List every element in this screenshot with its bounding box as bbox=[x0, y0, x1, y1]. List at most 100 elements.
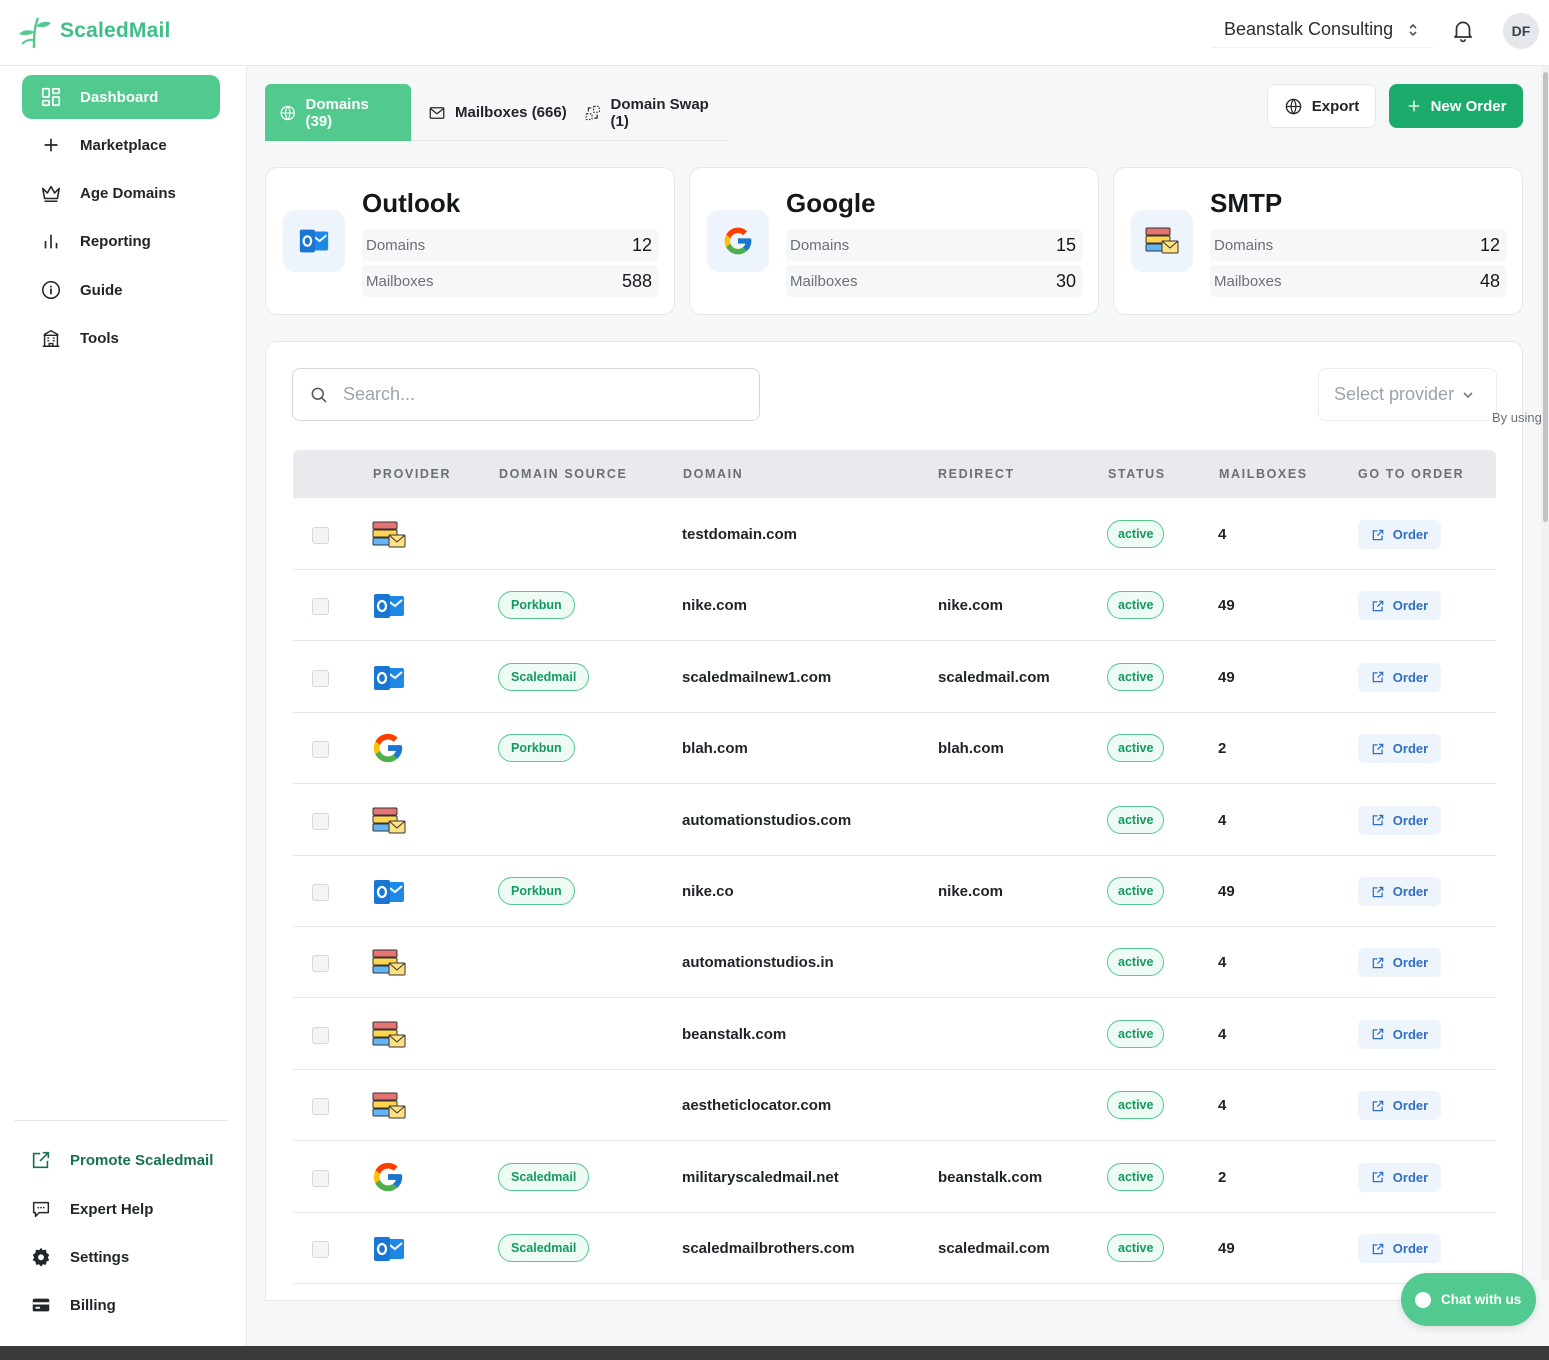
tab-label: Domains (39) bbox=[305, 95, 369, 130]
go-to-order-button[interactable]: Order bbox=[1358, 662, 1441, 692]
row-checkbox[interactable] bbox=[312, 1098, 329, 1116]
order-label: Order bbox=[1392, 598, 1429, 614]
order-label: Order bbox=[1392, 741, 1429, 757]
domain-source-badge: Scaledmail bbox=[498, 1234, 590, 1262]
column-header: DOMAIN bbox=[683, 467, 744, 481]
sidebar-item-billing[interactable]: Billing bbox=[30, 1290, 116, 1320]
row-checkbox[interactable] bbox=[312, 1241, 329, 1258]
external-link-icon bbox=[1372, 886, 1384, 897]
go-to-order-button[interactable]: Order bbox=[1358, 591, 1441, 621]
go-to-order-button[interactable]: Order bbox=[1358, 805, 1441, 835]
domain-source-badge: Scaledmail bbox=[498, 1162, 590, 1191]
credit-card-icon bbox=[32, 1298, 50, 1312]
row-checkbox[interactable] bbox=[312, 955, 329, 973]
table-row: beanstalk.com active 4 Order bbox=[293, 999, 1496, 1070]
provider-filter-select[interactable]: Select provider bbox=[1318, 368, 1497, 421]
brand-logo[interactable]: ScaledMail bbox=[16, 12, 171, 50]
tab-mailboxes[interactable]: Mailboxes (666) bbox=[428, 84, 567, 141]
row-checkbox[interactable] bbox=[312, 669, 329, 687]
tab-domains[interactable]: Domains (39) bbox=[265, 84, 411, 141]
sidebar-item-promote[interactable]: Promote Scaledmail bbox=[30, 1145, 213, 1175]
mailbox-count: 4 bbox=[1218, 1025, 1227, 1043]
search-input[interactable]: Search... bbox=[292, 368, 760, 421]
row-checkbox[interactable] bbox=[312, 884, 329, 901]
row-checkbox[interactable] bbox=[312, 1169, 329, 1187]
column-header: REDIRECT bbox=[938, 467, 1015, 481]
row-checkbox[interactable] bbox=[312, 812, 329, 830]
export-button[interactable]: Export bbox=[1267, 84, 1376, 128]
row-checkbox[interactable] bbox=[312, 527, 329, 544]
sidebar-item-marketplace[interactable]: Marketplace bbox=[22, 123, 220, 167]
sidebar-item-label: Dashboard bbox=[80, 88, 159, 106]
column-header: PROVIDER bbox=[373, 467, 452, 481]
external-link-icon bbox=[1372, 743, 1384, 754]
stat-label: Mailboxes bbox=[366, 272, 434, 290]
row-checkbox[interactable] bbox=[312, 598, 329, 616]
side-note: By using bbox=[1492, 410, 1542, 425]
sidebar-item-reporting[interactable]: Reporting bbox=[22, 219, 220, 263]
organization-select[interactable]: Beanstalk Consulting bbox=[1212, 12, 1434, 48]
sidebar-item-label: Guide bbox=[80, 281, 123, 299]
sidebar-item-tools[interactable]: Tools bbox=[22, 316, 220, 360]
sidebar-item-age-domains[interactable]: Age Domains bbox=[22, 171, 220, 215]
order-label: Order bbox=[1392, 1026, 1429, 1042]
sidebar-item-label: Expert Help bbox=[70, 1200, 154, 1218]
info-icon bbox=[41, 280, 61, 300]
tab-domain-swap[interactable]: Domain Swap (1) bbox=[584, 84, 728, 141]
order-label: Order bbox=[1392, 1241, 1429, 1256]
mailbox-count: 49 bbox=[1218, 1240, 1235, 1257]
table-row: aestheticlocator.com active 4 Order bbox=[293, 1070, 1496, 1142]
go-to-order-button[interactable]: Order bbox=[1358, 1162, 1441, 1192]
go-to-order-button[interactable]: Order bbox=[1358, 1234, 1441, 1263]
chat-label: Chat with us bbox=[1441, 1292, 1522, 1307]
sidebar-item-guide[interactable]: Guide bbox=[22, 268, 220, 312]
status-badge: active bbox=[1107, 877, 1165, 905]
provider-card-smtp: SMTP Domains 12 Mailboxes 48 bbox=[1113, 167, 1523, 315]
go-to-order-button[interactable]: Order bbox=[1358, 1019, 1441, 1049]
notification-bell-icon[interactable] bbox=[1450, 17, 1476, 43]
domain-name: nike.com bbox=[682, 597, 748, 615]
tab-label: Mailboxes (666) bbox=[455, 104, 567, 121]
smtp-server-icon bbox=[371, 517, 407, 553]
domain-source-badge: Scaledmail bbox=[498, 662, 590, 691]
stat-label: Domains bbox=[1214, 236, 1274, 254]
sidebar-item-expert-help[interactable]: Expert Help bbox=[30, 1194, 153, 1224]
go-to-order-button[interactable]: Order bbox=[1358, 734, 1441, 764]
domains-stat: Domains 12 bbox=[1210, 229, 1506, 261]
domain-source-badge: Porkbun bbox=[498, 877, 575, 905]
column-header: DOMAIN SOURCE bbox=[499, 467, 628, 481]
domain-name: nike.co bbox=[682, 883, 734, 900]
sidebar-item-label: Settings bbox=[70, 1248, 130, 1266]
row-checkbox[interactable] bbox=[312, 741, 329, 759]
sidebar-item-dashboard[interactable]: Dashboard bbox=[22, 75, 220, 119]
external-link-icon bbox=[1372, 529, 1384, 540]
domains-stat: Domains 15 bbox=[786, 229, 1082, 261]
domain-source-badge: Porkbun bbox=[498, 591, 575, 620]
go-to-order-button[interactable]: Order bbox=[1358, 948, 1441, 978]
domain-name: scaledmailbrothers.com bbox=[682, 1240, 855, 1257]
view-tabs: Domains (39) Mailboxes (666) Domain Swap… bbox=[265, 84, 728, 141]
mailboxes-stat: Mailboxes 588 bbox=[362, 265, 658, 297]
status-badge: active bbox=[1107, 1091, 1165, 1120]
redirect-domain: scaledmail.com bbox=[938, 1240, 1050, 1257]
outlook-icon bbox=[371, 660, 407, 696]
sidebar-item-settings[interactable]: Settings bbox=[30, 1242, 129, 1272]
go-to-order-button[interactable]: Order bbox=[1358, 877, 1441, 906]
scrollbar-thumb[interactable] bbox=[1543, 72, 1548, 522]
order-label: Order bbox=[1392, 1169, 1429, 1185]
provider-card-title: Google bbox=[786, 188, 876, 218]
go-to-order-button[interactable]: Order bbox=[1358, 520, 1441, 549]
user-avatar[interactable]: DF bbox=[1503, 13, 1539, 49]
external-link-icon bbox=[1372, 814, 1384, 826]
order-label: Order bbox=[1392, 812, 1429, 828]
sidebar-item-label: Marketplace bbox=[80, 136, 167, 154]
mailboxes-stat: Mailboxes 30 bbox=[786, 265, 1082, 297]
row-checkbox[interactable] bbox=[312, 1026, 329, 1044]
chat-widget-button[interactable]: Chat with us bbox=[1401, 1273, 1536, 1326]
table-row: Porkbun blah.com blah.com active 2 Order bbox=[293, 713, 1496, 785]
sidebar: Dashboard Marketplace Age Domains Report… bbox=[0, 66, 247, 1360]
domain-name: aestheticlocator.com bbox=[682, 1097, 832, 1115]
go-to-order-button[interactable]: Order bbox=[1358, 1091, 1441, 1121]
new-order-button[interactable]: New Order bbox=[1389, 84, 1523, 128]
domains-stat: Domains 12 bbox=[362, 229, 658, 261]
